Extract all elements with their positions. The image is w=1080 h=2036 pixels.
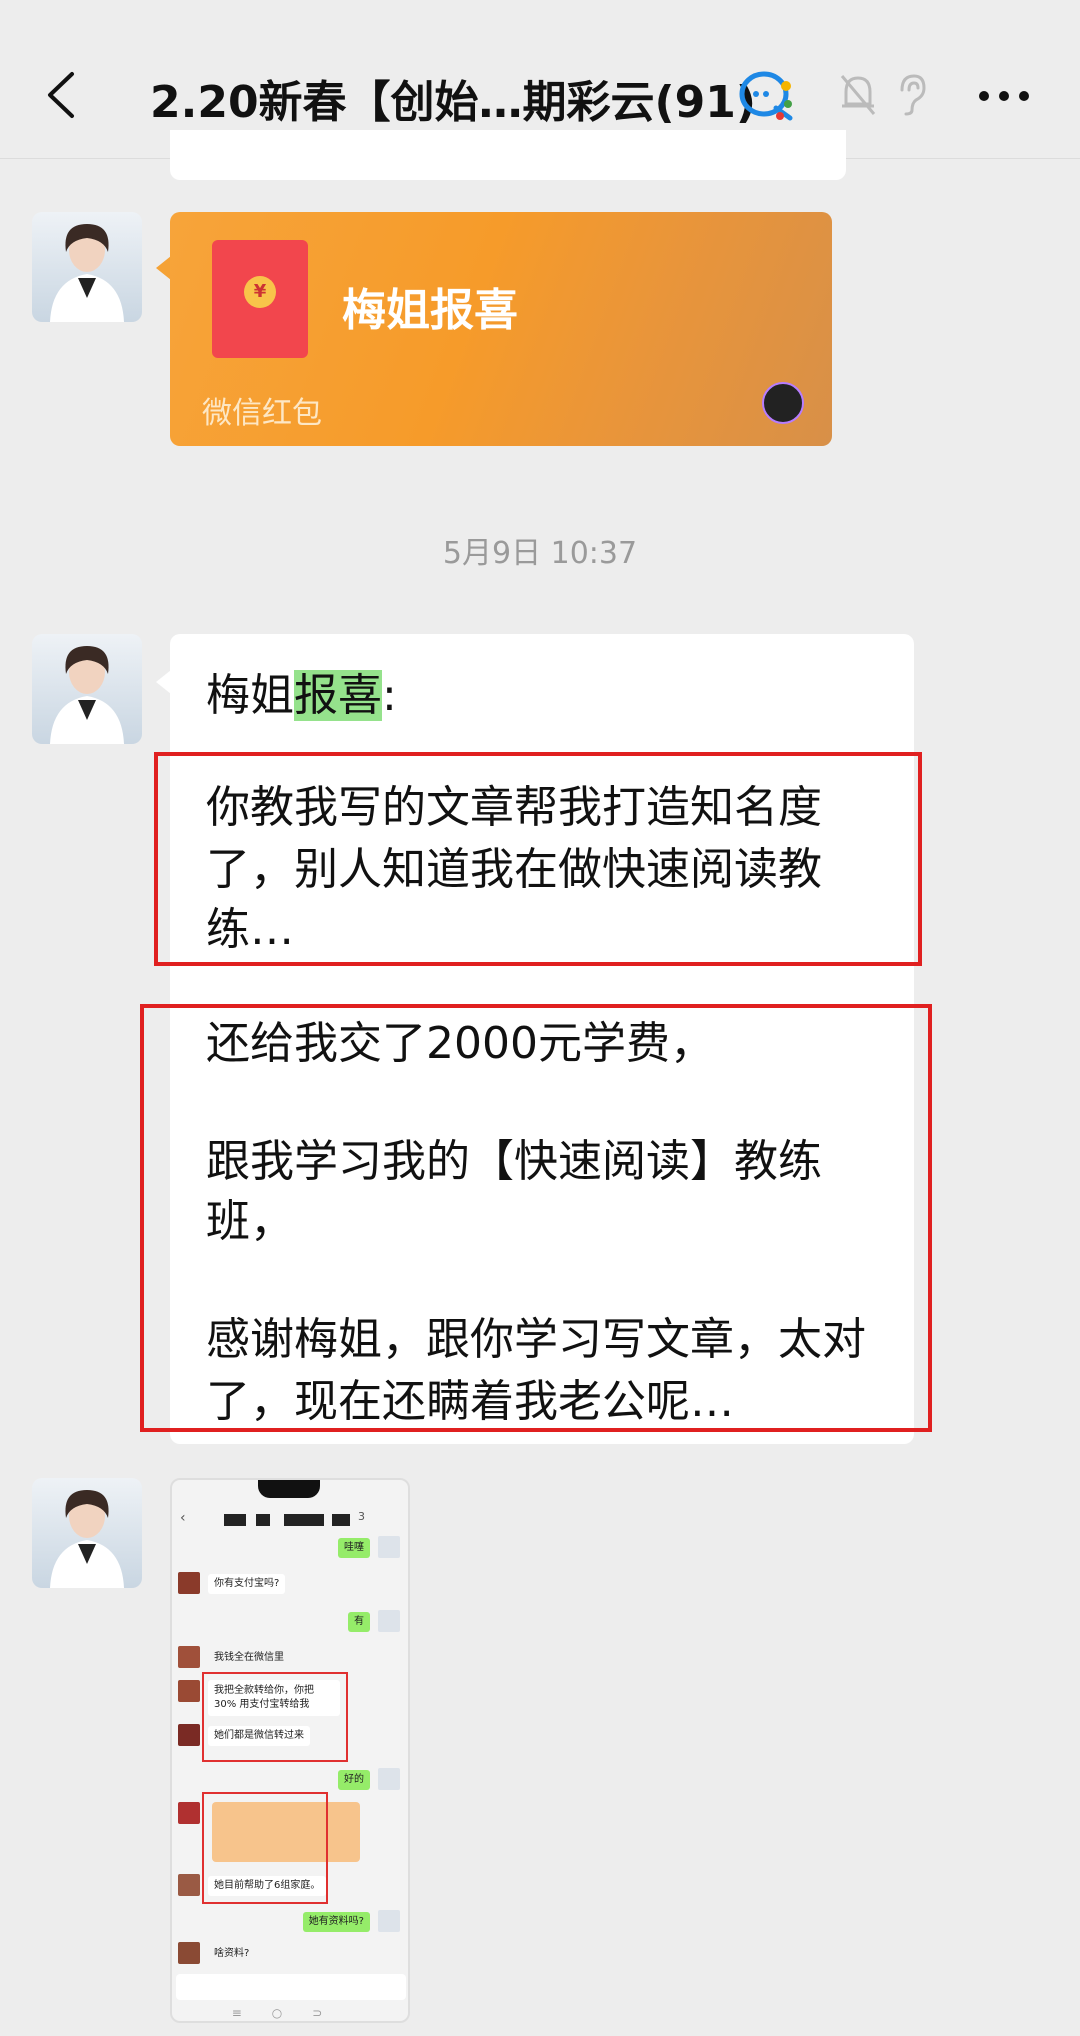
avatar[interactable] — [32, 1478, 142, 1588]
mini-bubble: 有 — [348, 1612, 370, 1632]
red-packet-label: 微信红包 — [202, 396, 322, 431]
sender-name: 梅姐 — [206, 670, 294, 721]
previous-message-bubble[interactable] — [170, 130, 846, 180]
avatar[interactable] — [32, 634, 142, 744]
mini-avatar — [178, 1572, 200, 1594]
colon: : — [382, 670, 397, 721]
avatar[interactable] — [32, 212, 142, 322]
chevron-left-icon[interactable] — [40, 70, 84, 120]
mini-bubble: 我钱全在微信里 — [214, 1652, 284, 1663]
mini-annotation-box — [202, 1672, 348, 1762]
mini-input-bar — [176, 1974, 406, 2000]
mini-bubble: 你有支付宝吗? — [208, 1574, 286, 1594]
mini-back-icon: ‹ — [180, 1510, 186, 1526]
avatar-photo-icon — [50, 1490, 124, 1588]
screenshot-image-message[interactable]: ‹ 3 哇噻 你有支付宝吗? 有 我钱全在微信里 我把全款转给你，你把 30% … — [170, 1478, 410, 2023]
mini-avatar — [178, 1646, 200, 1668]
red-envelope-icon: ¥ — [212, 240, 308, 358]
mini-avatar — [178, 1680, 200, 1702]
more-icon[interactable] — [976, 88, 1032, 104]
mini-avatar — [178, 1942, 200, 1964]
ai-assistant-icon[interactable] — [736, 68, 798, 124]
mute-bell-icon[interactable] — [838, 70, 878, 118]
chat-title[interactable]: 2.20新春【创始…期彩云(91) — [150, 66, 756, 130]
mini-avatar — [178, 1874, 200, 1896]
mini-nav-bar-icon: ≡○⊃ — [231, 2006, 353, 2020]
annotation-box — [154, 752, 922, 966]
annotation-box — [140, 1004, 932, 1432]
bubble-tail — [156, 670, 171, 694]
mini-avatar — [378, 1610, 400, 1632]
redacted-text — [256, 1514, 270, 1526]
redacted-text — [284, 1514, 324, 1526]
red-packet-title: 梅姐报喜 — [342, 285, 518, 336]
mini-bubble: 好的 — [338, 1770, 370, 1790]
mini-avatar — [378, 1536, 400, 1558]
avatar-photo-icon — [50, 646, 124, 744]
mini-avatar — [178, 1802, 200, 1824]
coin-icon: ¥ — [244, 276, 276, 308]
redacted-text — [332, 1514, 350, 1526]
mini-title-suffix: 3 — [358, 1510, 365, 1523]
phone-notch — [258, 1480, 320, 1498]
mini-bubble: 啥资料? — [214, 1948, 250, 1959]
mini-annotation-box — [202, 1792, 328, 1904]
redacted-text — [224, 1514, 246, 1526]
mini-avatar — [378, 1768, 400, 1790]
red-packet-message[interactable]: ¥ 梅姐报喜 微信红包 — [170, 212, 832, 446]
ear-icon[interactable] — [894, 72, 928, 116]
message-heading: 梅姐报喜: — [206, 666, 397, 726]
red-packet-cover-logo-icon — [762, 382, 804, 424]
bubble-tail — [156, 256, 171, 280]
mini-bubble: 她有资料吗? — [302, 1912, 370, 1932]
mini-avatar — [378, 1910, 400, 1932]
message-timestamp: 5月9日 10:37 — [442, 536, 638, 571]
mini-avatar — [178, 1724, 200, 1746]
mini-bubble: 哇噻 — [338, 1538, 370, 1558]
avatar-photo-icon — [50, 224, 124, 322]
highlighted-text: 报喜 — [294, 670, 382, 721]
